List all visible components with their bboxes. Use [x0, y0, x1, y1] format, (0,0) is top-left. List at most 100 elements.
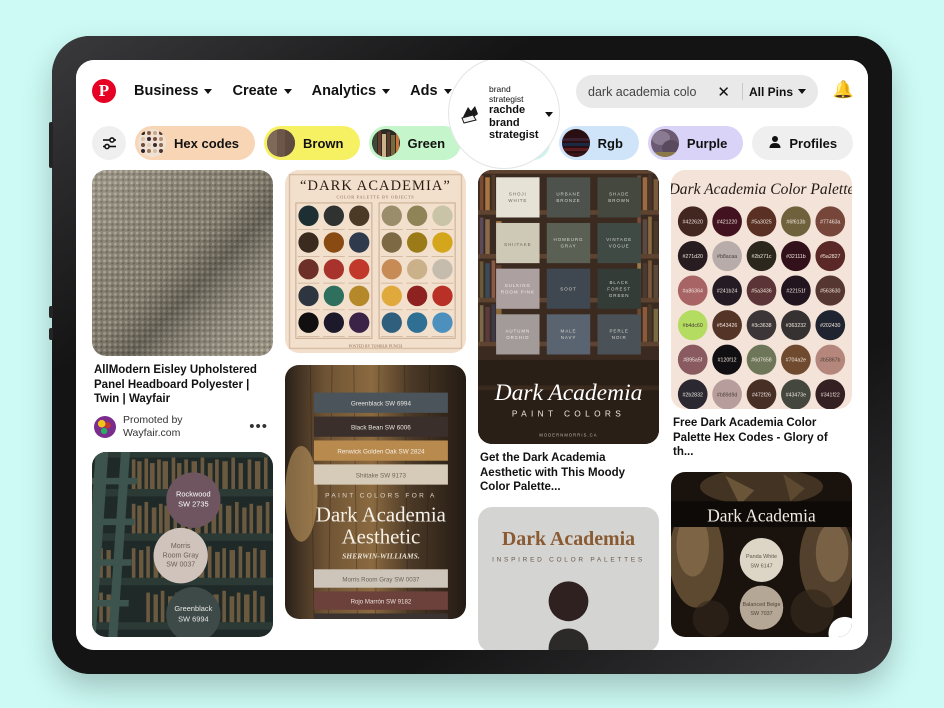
volume-up-button[interactable]	[49, 306, 53, 318]
svg-text:#271d20: #271d20	[683, 254, 703, 260]
svg-text:#120f12: #120f12	[718, 358, 737, 364]
svg-text:ORCHID: ORCHID	[506, 335, 529, 340]
account-name-line3: strategist	[489, 129, 539, 142]
svg-text:BLACK: BLACK	[610, 280, 629, 285]
svg-text:SOOT: SOOT	[560, 287, 576, 292]
search-scope-label: All Pins	[748, 84, 793, 99]
svg-text:PAINT COLORS: PAINT COLORS	[512, 409, 625, 419]
svg-text:#3c3638: #3c3638	[751, 323, 771, 329]
svg-text:WHITE: WHITE	[508, 198, 527, 203]
svg-text:Greenblack SW 6994: Greenblack SW 6994	[351, 400, 412, 407]
svg-text:#5a3436: #5a3436	[751, 289, 771, 295]
svg-text:#241b24: #241b24	[717, 289, 737, 295]
pin-grid[interactable]: AllModern Eisley Upholstered Panel Headb…	[76, 170, 868, 650]
pin-card-sherwin-williams[interactable]: Greenblack SW 6994 Black Bean SW 6006 Re…	[285, 365, 466, 619]
svg-text:Black Bean SW 6006: Black Bean SW 6006	[351, 424, 411, 431]
svg-text:Renwick Golden Oak SW 2824: Renwick Golden Oak SW 2824	[337, 448, 425, 455]
nav-item-create[interactable]: Create	[222, 77, 301, 105]
svg-text:SHIITAKE: SHIITAKE	[504, 242, 531, 247]
filter-chip-green[interactable]: Green	[368, 126, 462, 160]
filter-chip-brown-label: Brown	[303, 135, 344, 151]
top-navigation-bar: P Business Create Analytics Ads brand st…	[76, 60, 868, 169]
svg-text:#5a2827: #5a2827	[820, 254, 840, 260]
svg-text:Dark Academia Color Palette: Dark Academia Color Palette	[671, 181, 852, 198]
tablet-device-frame: P Business Create Analytics Ads brand st…	[49, 36, 892, 674]
pin-card-hex-codes[interactable]: Dark Academia Color Palette #422620 #4212…	[671, 170, 852, 460]
bell-icon[interactable]: 🔔	[833, 80, 854, 100]
pin-card-headboard[interactable]: AllModern Eisley Upholstered Panel Headb…	[92, 170, 273, 440]
svg-text:BROWN: BROWN	[608, 198, 630, 203]
filter-chip-hex-codes[interactable]: Hex codes	[135, 126, 256, 160]
svg-text:HOMBURG: HOMBURG	[554, 237, 584, 242]
pin-card-library-circles[interactable]: Rockwood SW 2735 Morris Room Gray SW 003…	[92, 451, 273, 637]
svg-text:Rockwood: Rockwood	[176, 489, 211, 498]
pinterest-logo-icon[interactable]: P	[92, 79, 116, 103]
svg-text:Morris Room Gray SW 0037: Morris Room Gray SW 0037	[342, 576, 420, 583]
svg-text:#704a2e: #704a2e	[786, 358, 806, 364]
pin-image-baroque-dark[interactable]: Dark Academia Panda White SW 6147 Balanc…	[671, 471, 852, 637]
pin-image-fabric-texture[interactable]	[92, 170, 273, 356]
profile-avatar-icon	[455, 100, 485, 130]
pin-image-library-ladder[interactable]: Rockwood SW 2735 Morris Room Gray SW 003…	[92, 451, 273, 637]
pin-image-swatch-card[interactable]: “DARK ACADEMIA” COLOR PALETTE BY OBJECTS…	[285, 170, 466, 353]
svg-text:“DARK ACADEMIA”: “DARK ACADEMIA”	[300, 178, 451, 194]
account-role-line1: brand	[489, 84, 511, 95]
pin-card-inspired-palettes[interactable]: Dark Academia INSPIRED COLOR PALETTES	[478, 506, 659, 650]
svg-text:#b89d9d: #b89d9d	[717, 392, 737, 398]
chevron-down-icon	[204, 88, 213, 94]
svg-text:SW 6994: SW 6994	[178, 614, 209, 623]
search-bar[interactable]: dark academia colo ✕ All Pins	[576, 75, 818, 108]
svg-text:Greenblack: Greenblack	[174, 604, 212, 613]
filter-chip-brown[interactable]: Brown	[264, 126, 360, 160]
promoted-row[interactable]: Promoted by Wayfair.com •••	[94, 414, 271, 440]
sliders-icon[interactable]	[92, 126, 126, 160]
svg-text:#202430: #202430	[820, 323, 840, 329]
more-options-icon[interactable]: •••	[249, 418, 271, 435]
nav-item-ads-label: Ads	[410, 83, 438, 99]
chevron-down-icon	[382, 88, 391, 94]
svg-text:SW 0037: SW 0037	[166, 560, 195, 568]
svg-text:#77463a: #77463a	[820, 219, 840, 225]
filter-chip-purple[interactable]: Purple	[647, 126, 744, 160]
close-x-icon[interactable]: ✕	[711, 83, 736, 101]
account-switcher[interactable]: brand strategist rachde brand strategist	[448, 60, 560, 169]
power-button[interactable]	[49, 122, 53, 168]
nav-item-analytics[interactable]: Analytics	[302, 77, 400, 105]
pin-card-paint-colors[interactable]: SHOJI WHITE URBANE BRONZE SHADE BROWN SHIIT…	[478, 170, 659, 495]
svg-text:GRAY: GRAY	[560, 244, 576, 249]
pin-image-bookshelf-wall[interactable]: SHOJI WHITE URBANE BRONZE SHADE BROWN SHIIT…	[478, 170, 659, 444]
rgb-dark-thumb-icon	[561, 129, 590, 157]
svg-text:Rojo Marrón SW 9182: Rojo Marrón SW 9182	[351, 598, 412, 605]
svg-text:BRONZE: BRONZE	[556, 198, 580, 203]
svg-text:Dark Academia: Dark Academia	[707, 505, 816, 525]
nav-item-create-label: Create	[232, 83, 278, 99]
filter-chip-rgb[interactable]: Rgb	[558, 126, 639, 160]
volume-down-button[interactable]	[49, 328, 53, 340]
svg-text:#421220: #421220	[717, 219, 737, 225]
account-name-block: brand strategist rachde brand strategist	[489, 84, 541, 142]
svg-text:#543426: #543426	[717, 323, 737, 329]
filter-chip-profiles[interactable]: Profiles	[752, 126, 854, 160]
pin-image-wood-books[interactable]: Greenblack SW 6994 Black Bean SW 6006 Re…	[285, 365, 466, 619]
promoted-source: Wayfair.com	[123, 426, 181, 439]
svg-text:GREEN: GREEN	[609, 293, 630, 298]
screenshot-root: P Business Create Analytics Ads brand st…	[0, 0, 944, 708]
pin-image-hex-code-card[interactable]: Dark Academia Color Palette #422620 #4212…	[671, 170, 852, 409]
chevron-down-icon	[545, 111, 553, 117]
svg-text:#6f613b: #6f613b	[786, 219, 805, 225]
search-scope-dropdown[interactable]: All Pins	[749, 85, 806, 99]
svg-text:PERLE: PERLE	[610, 329, 629, 334]
svg-text:Shiitake SW 9173: Shiitake SW 9173	[356, 472, 407, 479]
pin-card-dark-academia-grid[interactable]: “DARK ACADEMIA” COLOR PALETTE BY OBJECTS…	[285, 170, 466, 353]
account-name-line1: rachde	[489, 104, 526, 117]
svg-text:URBANE: URBANE	[556, 192, 580, 197]
pin-card-baroque[interactable]: Dark Academia Panda White SW 6147 Balanc…	[671, 471, 852, 637]
svg-text:Panda White: Panda White	[746, 554, 777, 560]
nav-item-business[interactable]: Business	[124, 77, 222, 105]
svg-text:#5a3025: #5a3025	[751, 219, 771, 225]
svg-text:#b5867b: #b5867b	[820, 358, 840, 364]
account-name-line2: brand	[489, 116, 520, 129]
search-input[interactable]: dark academia colo	[588, 85, 711, 99]
svg-text:SHERWIN-WILLIAMS.: SHERWIN-WILLIAMS.	[342, 551, 420, 560]
pin-image-light-gray-card[interactable]: Dark Academia INSPIRED COLOR PALETTES	[478, 506, 659, 650]
